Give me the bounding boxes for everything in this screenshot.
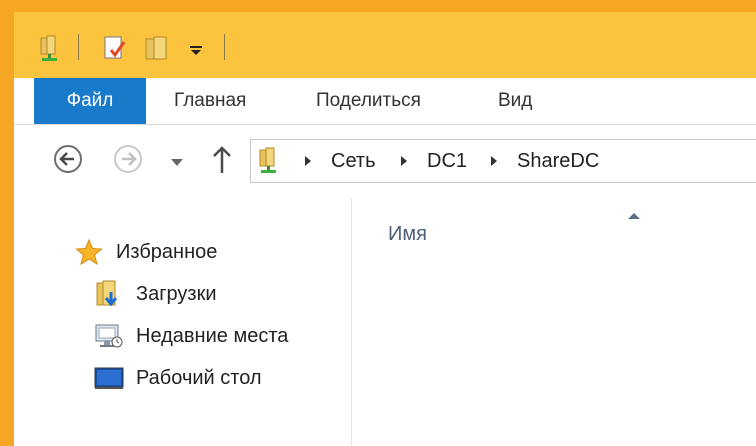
title-bar (14, 12, 756, 78)
breadcrumb-dc1[interactable]: DC1 (427, 140, 467, 182)
toolbar-separator (224, 34, 225, 60)
ribbon-tabs: Файл Главная Поделиться Вид (14, 78, 756, 125)
forward-button[interactable] (112, 143, 144, 180)
explorer-window: Файл Главная Поделиться Вид Сеть DC1 Sha… (14, 12, 756, 446)
address-bar[interactable]: Сеть DC1 ShareDC (250, 139, 756, 183)
network-share-icon[interactable] (38, 34, 62, 62)
properties-icon[interactable] (102, 34, 126, 62)
nav-item-label: Недавние места (136, 325, 289, 347)
breadcrumb-network[interactable]: Сеть (331, 140, 375, 182)
nav-item-label: Рабочий стол (136, 367, 262, 389)
star-icon (74, 238, 104, 266)
desktop-icon (94, 364, 124, 392)
back-button[interactable] (52, 143, 84, 180)
chevron-right-icon[interactable] (491, 156, 497, 166)
content-area: Сеть DC1 ShareDC Избранное Загрузки Неда… (14, 125, 756, 446)
recent-places-icon (94, 322, 124, 350)
chevron-right-icon[interactable] (401, 156, 407, 166)
column-header-name[interactable]: Имя (388, 223, 427, 246)
chevron-right-icon[interactable] (305, 156, 311, 166)
tab-file[interactable]: Файл (34, 78, 146, 124)
tab-share[interactable]: Поделиться (316, 78, 421, 124)
network-location-icon (257, 146, 281, 181)
navigation-pane: Избранное Загрузки Недавние места Рабочи… (14, 197, 352, 446)
downloads-folder-icon (94, 280, 124, 308)
up-button[interactable] (210, 145, 234, 180)
toolbar-separator (78, 34, 79, 60)
nav-item-label: Загрузки (136, 283, 217, 305)
recent-locations-dropdown-icon[interactable] (170, 155, 184, 173)
nav-favorites-label: Избранное (116, 241, 218, 263)
customize-toolbar-dropdown-icon[interactable] (188, 34, 212, 62)
tab-home[interactable]: Главная (174, 78, 246, 124)
new-folder-icon[interactable] (144, 34, 168, 62)
sort-ascending-icon (628, 213, 640, 219)
breadcrumb-sharedc[interactable]: ShareDC (517, 140, 599, 182)
tab-view[interactable]: Вид (498, 78, 532, 124)
